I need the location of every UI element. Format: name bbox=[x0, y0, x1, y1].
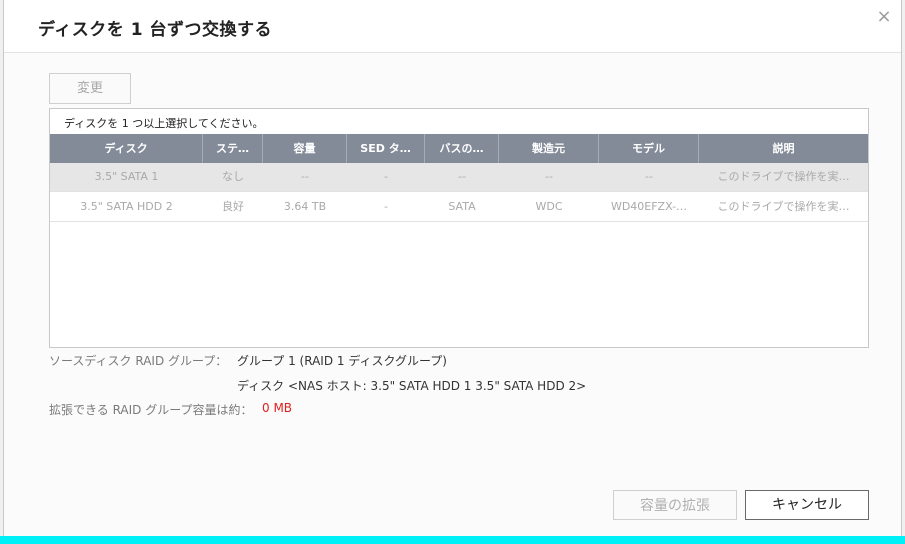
disk-table: ディスクを 1 つ以上選択してください。 ディスク ステ… 容量 SED タ… … bbox=[49, 108, 869, 348]
dialog-header: ディスクを 1 台ずつ交換する bbox=[4, 0, 901, 53]
cell-disk: 3.5" SATA HDD 2 bbox=[80, 200, 173, 213]
column-header-model[interactable]: モデル bbox=[599, 134, 699, 163]
cancel-button[interactable]: キャンセル bbox=[745, 490, 869, 520]
column-header-capacity[interactable]: 容量 bbox=[263, 134, 347, 163]
cell-description: このドライブで操作を実… bbox=[717, 170, 850, 183]
source-raid-group: グループ 1 (RAID 1 ディスクグループ) bbox=[237, 354, 447, 368]
table-hint: ディスクを 1 つ以上選択してください。 bbox=[64, 117, 264, 130]
column-header-sed-type[interactable]: SED タ… bbox=[347, 134, 425, 163]
cell-model: -- bbox=[645, 170, 653, 183]
cell-capacity: 3.64 TB bbox=[283, 200, 327, 213]
source-raid-label: ソースディスク RAID グループ： bbox=[49, 354, 228, 368]
cell-sed-type: - bbox=[384, 170, 388, 183]
table-row[interactable]: 3.5" SATA 1 なし -- - -- -- -- このドライブで操作を実… bbox=[50, 163, 868, 192]
source-raid-disks: ディスク <NAS ホスト: 3.5" SATA HDD 1 3.5" SATA… bbox=[237, 379, 587, 393]
table-header: ディスク ステ… 容量 SED タ… バスの… 製造元 モデル 説明 bbox=[50, 134, 868, 163]
cell-description: このドライブで操作を実… bbox=[717, 200, 850, 213]
column-header-status[interactable]: ステ… bbox=[203, 134, 263, 163]
cell-capacity: -- bbox=[301, 170, 309, 183]
table-row[interactable]: 3.5" SATA HDD 2 良好 3.64 TB - SATA WDC WD… bbox=[50, 193, 868, 222]
cell-manufacturer: WDC bbox=[535, 200, 563, 213]
change-button[interactable]: 変更 bbox=[49, 73, 131, 104]
cell-model: WD40EFZX-… bbox=[610, 200, 688, 213]
cell-bus: SATA bbox=[448, 200, 476, 213]
cell-sed-type: - bbox=[384, 200, 388, 213]
replace-disk-dialog: ディスクを 1 台ずつ交換する × 変更 ディスクを 1 つ以上選択してください… bbox=[3, 0, 902, 536]
dialog-title: ディスクを 1 台ずつ交換する bbox=[38, 20, 272, 40]
column-header-manufacturer[interactable]: 製造元 bbox=[499, 134, 599, 163]
cell-status: 良好 bbox=[222, 200, 244, 213]
cell-bus: -- bbox=[458, 170, 466, 183]
cell-manufacturer: -- bbox=[545, 170, 553, 183]
column-header-disk[interactable]: ディスク bbox=[50, 134, 203, 163]
expandable-capacity-value: 0 MB bbox=[262, 401, 293, 415]
cell-disk: 3.5" SATA 1 bbox=[94, 170, 159, 183]
column-header-description[interactable]: 説明 bbox=[699, 134, 868, 163]
expandable-capacity-label: 拡張できる RAID グループ容量は約： bbox=[49, 403, 253, 417]
expand-capacity-button[interactable]: 容量の拡張 bbox=[613, 490, 737, 520]
cell-status: なし bbox=[222, 170, 244, 183]
accent-bar bbox=[0, 536, 905, 544]
column-header-bus[interactable]: バスの… bbox=[425, 134, 499, 163]
close-icon[interactable]: × bbox=[875, 8, 893, 26]
